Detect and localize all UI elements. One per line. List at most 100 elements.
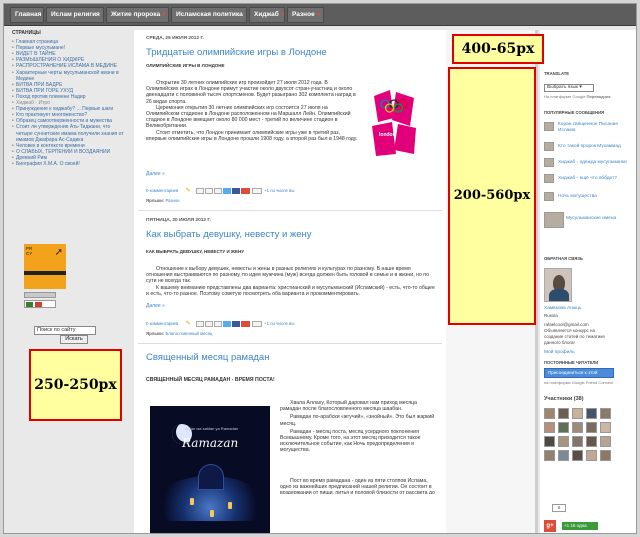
counter-badge[interactable]: [24, 292, 56, 298]
annotation-box: 200-560px: [448, 67, 536, 325]
gplus-like-button[interactable]: +1 16 одна: [562, 522, 598, 530]
read-more-link[interactable]: Далее »: [146, 171, 165, 177]
image-caption: Ahlan wa sahlan ya Ramadan: [185, 426, 239, 431]
member-avatar[interactable]: [558, 422, 569, 433]
profile-name[interactable]: Хамвкова Анжць: [544, 306, 581, 312]
nav-item-politics[interactable]: Исламская политика: [171, 7, 247, 23]
comments-link[interactable]: 0 комментариев: [146, 188, 178, 193]
image-title: Ramazan: [182, 436, 239, 450]
member-avatar[interactable]: [600, 450, 611, 461]
nav-item-prophet[interactable]: Житие пророка: [106, 7, 169, 23]
popular-link[interactable]: Ночь могущества: [558, 194, 597, 200]
rating-badge[interactable]: [24, 300, 56, 308]
banner-image[interactable]: PR CY ➚: [24, 244, 66, 289]
nav-label: Разное: [292, 11, 315, 18]
nav-item-islam[interactable]: Ислам религия: [46, 7, 104, 23]
search-button[interactable]: Искать: [60, 335, 88, 344]
translate-brand[interactable]: Переводчик: [587, 94, 611, 99]
pencil-icon[interactable]: ✎: [186, 188, 192, 194]
nav-item-home[interactable]: Главная: [10, 7, 44, 23]
ramadan-image: Ahlan wa sahlan ya Ramadan Ramazan: [150, 406, 270, 533]
sidebar-link[interactable]: • Характерные черты мусульманской жизни в…: [12, 70, 128, 82]
nav-item-hijab[interactable]: Хиджаб: [249, 7, 285, 23]
sidebar-link[interactable]: • Биография Х.М.А. О своей!: [12, 161, 128, 167]
share-icon[interactable]: [213, 321, 222, 327]
banner-stripe: [24, 271, 66, 275]
sidebar-link[interactable]: • Стоит ли утверждение Ать-Тиджани, что ч…: [12, 124, 128, 142]
email-share-icon[interactable]: [195, 321, 204, 327]
label-link[interactable]: Благословенный месяц: [165, 331, 212, 336]
twitter-icon[interactable]: [222, 188, 231, 194]
top-navigation: Главная Ислам религия Житие пророка Исла…: [4, 4, 636, 26]
lantern-icon: [210, 510, 214, 517]
member-avatar[interactable]: [558, 450, 569, 461]
post-title[interactable]: Священный месяц рамадан: [146, 352, 269, 363]
language-select[interactable]: Выбрать язык ▾: [544, 84, 594, 92]
comments-link[interactable]: 0 комментариев: [146, 321, 178, 326]
plusone-button[interactable]: [240, 188, 250, 194]
facebook-icon[interactable]: [231, 321, 240, 327]
google-logo: Google: [572, 94, 586, 99]
pencil-icon[interactable]: ✎: [186, 321, 192, 327]
annotation-box: 250-250px: [29, 349, 122, 421]
twitter-icon[interactable]: [222, 321, 231, 327]
post-paragraph: Рамадан по-арабски «жгучий», «знойный». …: [280, 414, 435, 427]
post-divider: [138, 343, 442, 344]
member-avatar[interactable]: [600, 436, 611, 447]
popular-link[interactable]: Хиджаб - ещё что яббдет?: [558, 176, 617, 182]
label-link[interactable]: Разное: [165, 198, 179, 203]
member-avatar[interactable]: [586, 436, 597, 447]
member-avatar[interactable]: [586, 450, 597, 461]
member-avatar[interactable]: [558, 436, 569, 447]
post-title[interactable]: Как выбрать девушку, невесту и жену: [146, 229, 312, 240]
member-avatar[interactable]: [544, 422, 555, 433]
google-plus-icon[interactable]: g+: [544, 520, 556, 532]
post-paragraph: Хвала Аллаху, Который даровал нам приход…: [280, 400, 417, 413]
profile-avatar[interactable]: [544, 268, 572, 302]
popular-link[interactable]: Хиджаб - одежда мусульманки: [558, 160, 627, 166]
email-share-icon[interactable]: [195, 188, 204, 194]
member-avatar[interactable]: [544, 436, 555, 447]
member-avatar[interactable]: [586, 408, 597, 419]
popular-link[interactable]: Мусульманские имена: [566, 216, 616, 222]
post-thumbnail: [544, 192, 554, 201]
sidebar-link-label: Стоит ли утверждение Ать-Тиджани, что че…: [16, 124, 124, 143]
blog-share-icon[interactable]: [204, 321, 213, 327]
search-input[interactable]: Поиск по сайту: [34, 326, 96, 335]
nav-label: Ислам религия: [51, 11, 100, 18]
follow-button[interactable]: Присоединиться к этой: [544, 368, 614, 378]
post-body: Пост во время рамадана - один из пяти ст…: [280, 478, 438, 494]
blog-share-icon[interactable]: [204, 188, 213, 194]
follow-note: на платформе Google Friend Connect: [544, 380, 614, 385]
browser-viewport: Главная Ислам религия Житие пророка Исла…: [3, 3, 637, 534]
post-labels: Ярлыки: Разное: [146, 198, 180, 203]
nav-item-misc[interactable]: Разное: [287, 7, 324, 23]
share-icon[interactable]: [213, 188, 222, 194]
member-avatar[interactable]: [572, 450, 583, 461]
plusone-button[interactable]: [240, 321, 250, 327]
facebook-icon[interactable]: [231, 188, 240, 194]
member-avatar[interactable]: [572, 408, 583, 419]
right-sidebar: TRANSLATE Выбрать язык ▾ На платформе Go…: [540, 30, 636, 533]
profile-location: Russia: [544, 313, 558, 318]
member-avatar[interactable]: [544, 408, 555, 419]
read-more-link[interactable]: Далее »: [146, 303, 165, 309]
nav-label: Житие пророка: [111, 11, 161, 18]
member-avatar[interactable]: [572, 436, 583, 447]
post-date: СРЕДА, 25 ИЮЛЯ 2012 Г.: [146, 36, 204, 41]
avatar-body: [549, 289, 569, 301]
post-title[interactable]: Тридцатые олимпийские игры в Лондоне: [146, 47, 327, 58]
member-avatar[interactable]: [600, 408, 611, 419]
member-avatar[interactable]: [558, 408, 569, 419]
member-avatar[interactable]: [572, 422, 583, 433]
member-avatar[interactable]: [544, 450, 555, 461]
followers-title: ПОСТОЯННЫЕ ЧИТАТЕЛИ: [544, 360, 599, 365]
post-paragraph: Стоит отметить, что Лондон принимает оли…: [146, 129, 358, 142]
member-avatar[interactable]: [600, 422, 611, 433]
profile-link[interactable]: Мой профиль: [544, 350, 575, 356]
popular-link[interactable]: Коран священное Писание Ислама: [558, 122, 636, 134]
member-avatar[interactable]: [586, 422, 597, 433]
popular-link[interactable]: Кто такой пророк Мухаммад: [558, 144, 621, 150]
post-thumbnail: [544, 158, 554, 167]
popular-title: ПОПУЛЯРНЫЕ СООБЩЕНИЯ: [544, 110, 605, 115]
